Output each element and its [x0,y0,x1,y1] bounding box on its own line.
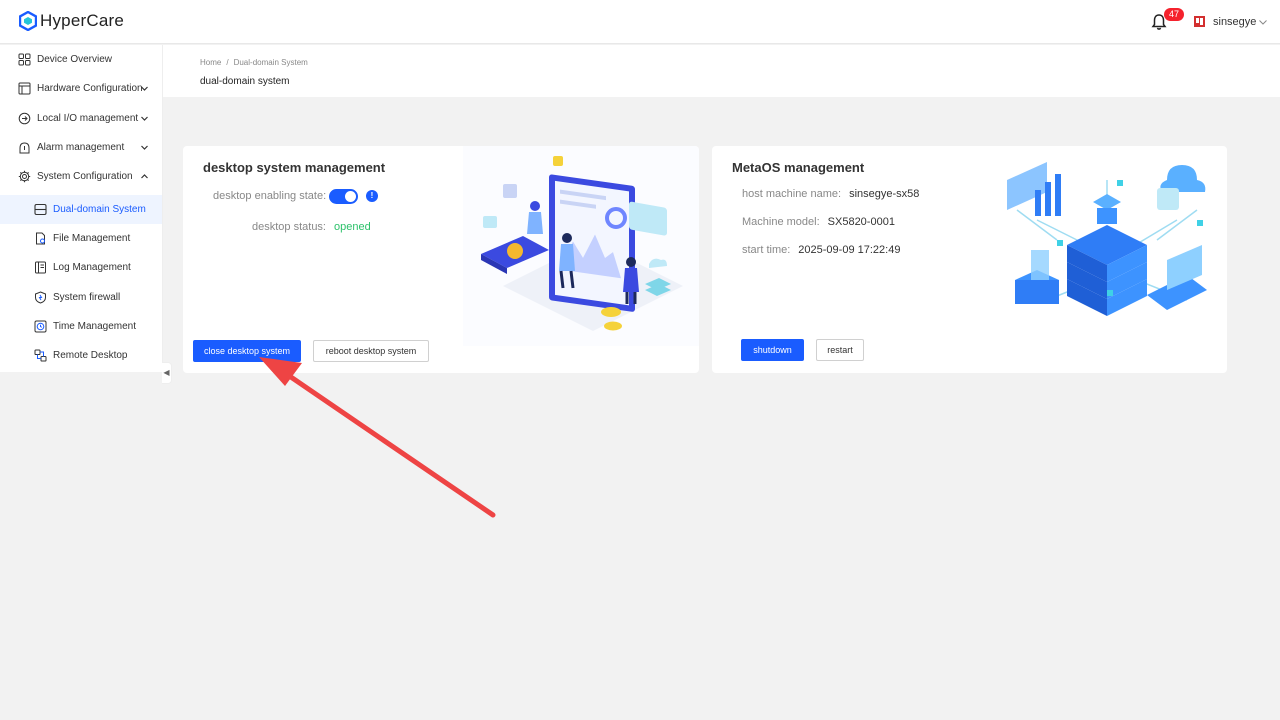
breadcrumb: Home / Dual-domain System [200,58,308,67]
alarm-icon [19,142,30,154]
sidebar-item-label: Log Management [53,262,131,273]
reboot-desktop-system-button[interactable]: reboot desktop system [313,340,429,362]
sidebar-item-remote-desktop[interactable]: Remote Desktop [0,341,162,370]
sidebar-item-hardware-configuration[interactable]: Hardware Configuration [0,74,162,103]
sidebar-item-system-configuration[interactable]: System Configuration [0,162,162,191]
breadcrumb-current: Dual-domain System [233,58,308,67]
gear-icon [18,170,31,183]
start-time-value: 2025-09-09 17:22:49 [798,244,901,256]
desktop-enabling-state-label: desktop enabling state: [213,190,327,202]
sidebar-item-label: Dual-domain System [53,204,146,215]
grid-icon [18,53,31,66]
app-logo[interactable]: HyperCare [19,11,124,31]
desktop-card-title: desktop system management [203,160,386,175]
desktop-enabling-toggle[interactable] [329,189,358,204]
metaos-card-title: MetaOS management [732,160,865,175]
sidebar-item-label: Local I/O management [37,113,139,124]
host-machine-name-row: host machine name: sinsegye-sx58 [742,188,919,200]
sidebar-item-time-management[interactable]: Time Management [0,312,162,341]
sidebar-item-label: System Configuration [37,171,133,182]
sidebar-item-file-management[interactable]: File Management [0,224,162,253]
desktop-status-value: opened [334,221,371,233]
machine-model-value: SX5820-0001 [827,216,895,228]
top-header: HyperCare 47 sinsegye [0,0,1280,44]
hardware-icon [18,82,31,95]
page-header: Home / Dual-domain System dual-domain sy… [163,45,1280,97]
chevron-down-icon[interactable] [1258,17,1268,27]
metaos-card: MetaOS management host machine name: sin… [712,146,1227,373]
user-avatar-icon[interactable] [1192,14,1207,29]
sidebar-item-log-management[interactable]: Log Management [0,253,162,282]
sidebar-collapse-handle[interactable]: ◀ [162,362,172,384]
server-network-illustration [1007,162,1207,316]
shield-icon [35,291,46,304]
desktop-status-row: desktop status: opened [252,221,371,233]
desktop-enabling-state-row: desktop enabling state: [213,190,326,202]
chevron-up-icon [141,174,148,179]
machine-model-row: Machine model: SX5820-0001 [742,216,895,228]
shutdown-button[interactable]: shutdown [741,339,804,361]
sidebar-item-local-io-management[interactable]: Local I/O management [0,104,162,133]
sidebar-item-alarm-management[interactable]: Alarm management [0,133,162,162]
desktop-system-card: desktop system management desktop enabli… [183,146,699,373]
host-machine-name-label: host machine name: [742,188,842,200]
sidebar: Device Overview Hardware Configuration L… [0,45,163,372]
sidebar-item-label: File Management [53,233,131,244]
dual-domain-icon [34,203,47,216]
log-icon [35,261,46,274]
machine-model-label: Machine model: [742,216,820,228]
restart-button[interactable]: restart [816,339,864,361]
sidebar-item-label: Alarm management [37,142,125,153]
sidebar-item-label: Remote Desktop [53,350,128,361]
hypercare-logo-icon [19,11,37,31]
chevron-down-icon [141,145,148,150]
sidebar-item-label: Device Overview [37,54,113,65]
host-machine-name-value: sinsegye-sx58 [849,188,920,200]
info-icon[interactable]: ! [366,190,378,202]
file-icon [36,232,45,245]
notification-badge: 47 [1164,8,1184,21]
remote-desktop-icon [34,349,47,362]
sidebar-item-device-overview[interactable]: Device Overview [0,45,162,74]
chevron-down-icon [141,116,148,121]
start-time-row: start time: 2025-09-09 17:22:49 [742,244,900,256]
username[interactable]: sinsegye [1213,16,1256,28]
start-time-label: start time: [742,244,791,256]
page-title: dual-domain system [200,76,290,87]
io-icon [18,112,31,125]
clock-icon [34,320,47,333]
desktop-status-label: desktop status: [252,221,326,233]
chevron-down-icon [141,86,148,91]
sidebar-item-label: Time Management [53,321,136,332]
sidebar-item-system-firewall[interactable]: System firewall [0,283,162,312]
desktop-illustration [463,146,699,346]
close-desktop-system-button[interactable]: close desktop system [193,340,301,362]
sidebar-item-dual-domain-system[interactable]: Dual-domain System [0,195,162,224]
breadcrumb-separator: / [226,58,229,67]
app-name: HyperCare [40,11,124,30]
sidebar-item-label: Hardware Configuration [37,83,143,94]
breadcrumb-home[interactable]: Home [200,58,221,67]
sidebar-item-label: System firewall [53,292,121,303]
